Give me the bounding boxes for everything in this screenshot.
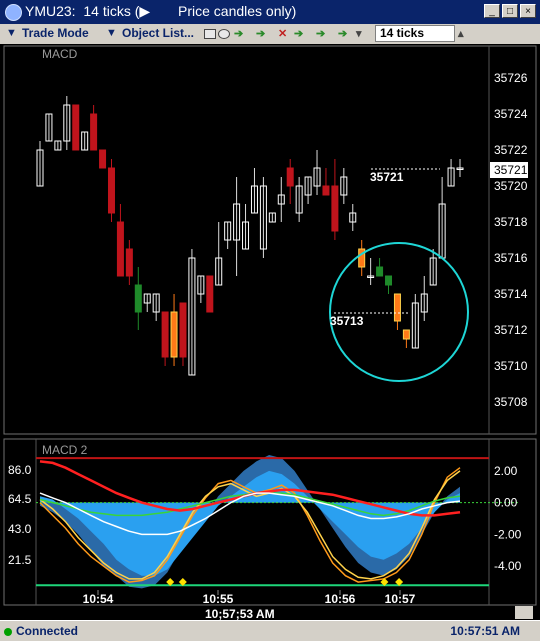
candle-body [206,275,214,313]
trade-mode-button[interactable]: Trade Mode [22,26,89,40]
arrow-tool-icon[interactable]: ➔ [234,27,243,40]
app-icon [5,4,22,21]
chart-svg: MACD MACD 2 3572635724357223572035718357… [3,45,537,621]
maximize-button[interactable]: □ [502,4,518,18]
candle-body [322,185,330,196]
candle-body [385,275,393,286]
candle-body [125,248,133,277]
close-button[interactable]: × [520,4,536,18]
object-list-button[interactable]: Object List... [122,26,194,40]
price-y-ticks: 35726 35724 35722 35720 35718 35716 35714 35712… [494,71,528,409]
connection-status-icon [4,628,12,636]
macd-right-tick-label: -4.00 [494,559,522,573]
price-tick-label: 35722 [494,143,528,157]
dropdown-icon[interactable]: ▾ [356,27,362,40]
candle-body [90,113,98,151]
annotation-35721: 35721 [370,170,404,184]
chart-time-readout: 10;57;53 AM [205,607,275,620]
candle-body [107,167,115,214]
price-tick-label: 35718 [494,215,528,229]
status-clock: 10:57:51 AM [450,624,520,638]
x-tick-label: 10:54 [83,592,114,606]
candle-body [376,266,384,277]
x-tick-label: 10:57 [385,592,416,606]
x-tick-label: 10:56 [325,592,356,606]
object-list-icon: ▼ [106,27,117,39]
ticks-select[interactable]: 14 ticks [375,25,455,42]
price-tick-label: 35720 [494,179,528,193]
last-price-label: 35721 [494,163,528,177]
candle-body [393,293,401,322]
time-x-ticks: 10:54 10:55 10:56 10:57 [83,590,416,606]
macd-left-tick-label: 86.0 [8,463,32,477]
price-tick-label: 35726 [494,71,528,85]
macd-plot [36,455,520,589]
ticks-scroll-icon[interactable]: ▴ [458,27,464,40]
window-title: YMU23: 14 ticks (▶ [25,3,151,19]
annotation-35713: 35713 [330,314,364,328]
macd-right-tick-label: 2.00 [494,464,518,478]
macd-left-tick-label: 43.0 [8,522,32,536]
price-tick-label: 35708 [494,395,528,409]
title-bar: YMU23: 14 ticks (▶ Price candles only) _… [0,0,540,24]
status-bar: Connected 10:57:51 AM [0,620,540,641]
price-panel-title: MACD [42,47,78,61]
candle-body [286,167,294,187]
price-tick-label: 35712 [494,323,528,337]
price-tick-label: 35714 [494,287,528,301]
macd-panel-title: MACD 2 [42,443,88,457]
candle-body [161,311,169,358]
arrow-tool-icon-5[interactable]: ➔ [338,27,347,40]
candle-body [116,221,124,277]
delete-tool-icon[interactable]: ✕ [278,27,287,40]
arrow-tool-icon-3[interactable]: ➔ [294,27,303,40]
macd-right-tick-label: -2.00 [494,527,522,541]
candles [36,96,464,376]
candle-body [72,104,80,151]
macd-left-tick-label: 64.5 [8,492,32,506]
candle-body [99,149,107,169]
ellipse-tool-icon[interactable] [218,29,230,39]
scroll-corner[interactable] [515,606,533,619]
price-tick-label: 35710 [494,359,528,373]
price-tick-label: 35716 [494,251,528,265]
x-tick-label: 10:55 [203,592,234,606]
macd-right-tick-label: 0.00 [494,496,518,510]
price-panel-frame [3,45,537,435]
candle-body [331,185,339,232]
trade-mode-icon: ▼ [6,27,17,39]
arrow-tool-icon-2[interactable]: ➔ [256,27,265,40]
minimize-button[interactable]: _ [484,4,500,18]
window-caption: Price candles only) [178,3,297,19]
candle-body [134,284,142,313]
candle-body [402,329,410,340]
candle-body [170,311,178,358]
macd-left-tick-label: 21.5 [8,553,32,567]
rectangle-tool-icon[interactable] [204,29,216,39]
candle-body [179,302,187,358]
connection-status: Connected [16,624,79,638]
chart-area[interactable]: MACD MACD 2 35726 35724 35722 35720 35718 357… [0,44,540,621]
price-tick-label: 35724 [494,107,528,121]
toolbar: ▼ Trade Mode ▼ Object List... ➔ ➔ ✕ ➔ ➔ … [0,24,540,45]
arrow-tool-icon-4[interactable]: ➔ [316,27,325,40]
